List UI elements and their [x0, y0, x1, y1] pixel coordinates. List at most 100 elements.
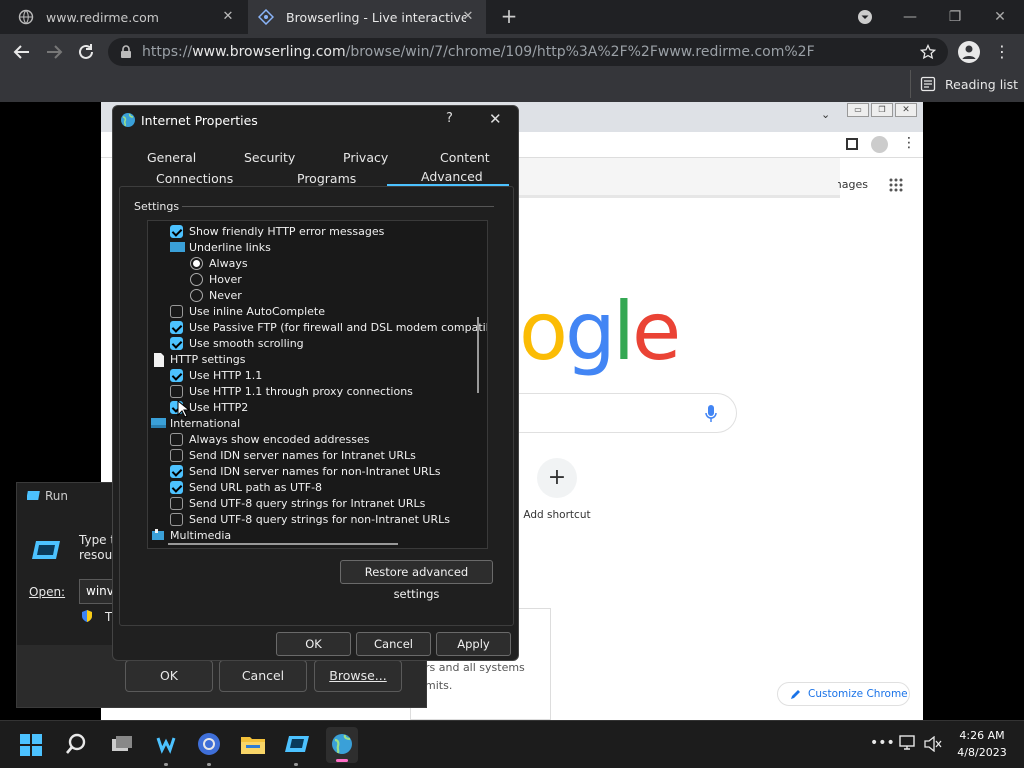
- new-tab-button[interactable]: +: [498, 6, 520, 28]
- reload-icon[interactable]: [74, 40, 98, 64]
- forward-icon[interactable]: [42, 40, 66, 64]
- setting-checkbox-row[interactable]: Send UTF-8 query strings for non-Intrane…: [170, 511, 450, 527]
- setting-checkbox-row[interactable]: Send UTF-8 query strings for Intranet UR…: [170, 495, 425, 511]
- menu-icon[interactable]: ⋮: [994, 42, 1010, 62]
- profile-icon[interactable]: [958, 41, 980, 63]
- restore-icon[interactable]: ❐: [943, 6, 967, 28]
- checkbox-checked[interactable]: [170, 480, 183, 494]
- setting-label: Always show encoded addresses: [189, 432, 370, 446]
- tab-general[interactable]: General: [147, 150, 196, 165]
- tab-browserling[interactable]: Browserling - Live interactive cross-bro…: [248, 0, 486, 34]
- images-link[interactable]: Images: [838, 178, 868, 192]
- vertical-scrollbar[interactable]: [477, 317, 479, 393]
- tab-connections[interactable]: Connections: [156, 171, 233, 186]
- checkbox-unchecked[interactable]: [170, 384, 183, 398]
- radio-selected[interactable]: [190, 256, 203, 270]
- cancel-button[interactable]: Cancel: [356, 632, 431, 656]
- horizontal-scrollbar[interactable]: [168, 543, 398, 545]
- setting-label: HTTP settings: [170, 352, 246, 366]
- checkbox-unchecked[interactable]: [170, 432, 183, 446]
- checkbox-checked[interactable]: [170, 368, 183, 382]
- checkbox-checked[interactable]: [170, 336, 183, 350]
- setting-radio-row[interactable]: Never: [190, 287, 242, 303]
- google-search-box[interactable]: [515, 393, 737, 433]
- internet-options-taskbar-button[interactable]: [326, 727, 358, 763]
- setting-label: Send UTF-8 query strings for non-Intrane…: [189, 512, 450, 526]
- checkbox-checked[interactable]: [170, 320, 183, 334]
- setting-checkbox-row[interactable]: Send URL path as UTF-8: [170, 479, 322, 495]
- checkbox-unchecked[interactable]: [170, 448, 183, 462]
- tab-security[interactable]: Security: [244, 150, 295, 165]
- apply-button[interactable]: Apply: [436, 632, 511, 656]
- remote-restore-icon[interactable]: ❐: [871, 103, 893, 117]
- chrome-icon[interactable]: [197, 732, 221, 756]
- remote-menu-icon[interactable]: ⋮: [902, 135, 916, 151]
- tab-redirme[interactable]: www.redirme.com ✕: [8, 0, 246, 34]
- clock-date[interactable]: 4/8/2023: [950, 746, 1014, 759]
- add-shortcut-icon[interactable]: +: [537, 458, 577, 498]
- setting-checkbox-row[interactable]: Always show encoded addresses: [170, 431, 369, 447]
- close-dialog-icon[interactable]: ✕: [489, 110, 502, 128]
- setting-checkbox-row[interactable]: Send IDN server names for Intranet URLs: [170, 447, 416, 463]
- bookmark-star-icon[interactable]: [920, 44, 936, 60]
- voice-search-icon[interactable]: [705, 405, 717, 423]
- close-tab-icon[interactable]: ✕: [460, 9, 476, 25]
- radio-unselected[interactable]: [190, 272, 203, 286]
- apps-grid-icon[interactable]: [889, 178, 903, 192]
- checkbox-checked[interactable]: [170, 464, 183, 478]
- setting-checkbox-row[interactable]: Use inline AutoComplete: [170, 303, 325, 319]
- minimize-icon[interactable]: —: [898, 6, 922, 28]
- tab-privacy[interactable]: Privacy: [343, 150, 388, 165]
- tab-search-icon[interactable]: [853, 6, 877, 28]
- remote-tab-search-icon[interactable]: ⌄: [821, 108, 835, 122]
- setting-checkbox-row[interactable]: Use HTTP 1.1: [170, 367, 262, 383]
- remote-sidepanel-icon[interactable]: [846, 138, 858, 150]
- reading-list-label: Reading list: [945, 76, 1019, 92]
- setting-checkbox-row[interactable]: Send IDN server names for non-Intranet U…: [170, 463, 441, 479]
- tab-advanced[interactable]: Advanced: [421, 169, 483, 184]
- restore-advanced-settings-button[interactable]: Restore advanced settings: [340, 560, 493, 601]
- close-window-icon[interactable]: ✕: [988, 6, 1012, 28]
- tab-content[interactable]: Content: [440, 150, 490, 165]
- setting-label: Use Passive FTP (for firewall and DSL mo…: [189, 320, 488, 334]
- setting-checkbox-row[interactable]: Show friendly HTTP error messages: [170, 223, 384, 239]
- mouse-cursor: [177, 400, 189, 418]
- settings-list[interactable]: Show friendly HTTP error messages Underli…: [147, 220, 488, 549]
- network-icon[interactable]: [898, 735, 916, 751]
- ok-button[interactable]: OK: [276, 632, 351, 656]
- start-icon[interactable]: [20, 734, 42, 756]
- radio-unselected[interactable]: [190, 288, 203, 302]
- underline-links-icon: [170, 241, 185, 253]
- run-browse-button[interactable]: Browse...: [314, 660, 402, 692]
- setting-checkbox-row[interactable]: Use HTTP 1.1 through proxy connections: [170, 383, 413, 399]
- checkbox-checked[interactable]: [170, 224, 183, 238]
- help-button[interactable]: ?: [446, 111, 453, 126]
- clock-time[interactable]: 4:26 AM: [950, 729, 1014, 742]
- app-icon-vs[interactable]: [154, 732, 178, 756]
- setting-checkbox-row[interactable]: Use Passive FTP (for firewall and DSL mo…: [170, 319, 488, 335]
- file-explorer-icon[interactable]: [240, 733, 266, 755]
- close-tab-icon[interactable]: ✕: [220, 9, 236, 25]
- remote-minimize-icon[interactable]: ▭: [847, 103, 869, 117]
- customize-chrome-button[interactable]: Customize Chrome: [777, 682, 910, 706]
- task-view-icon[interactable]: [110, 734, 134, 754]
- checkbox-unchecked[interactable]: [170, 512, 183, 526]
- remote-close-icon[interactable]: ✕: [895, 103, 917, 117]
- run-taskbar-icon[interactable]: [284, 734, 310, 754]
- internet-options-globe-icon: [120, 112, 136, 128]
- run-ok-button[interactable]: OK: [125, 660, 213, 692]
- checkbox-unchecked[interactable]: [170, 304, 183, 318]
- overflow-icon[interactable]: •••: [870, 735, 895, 751]
- setting-checkbox-row[interactable]: Use smooth scrolling: [170, 335, 304, 351]
- setting-radio-row[interactable]: Hover: [190, 271, 242, 287]
- remote-profile-icon[interactable]: [871, 136, 888, 153]
- reading-list-button[interactable]: Reading list: [920, 76, 1018, 92]
- run-cancel-button[interactable]: Cancel: [219, 660, 307, 692]
- address-bar[interactable]: https://www.browserling.com/browse/win/7…: [108, 38, 948, 66]
- search-icon[interactable]: [65, 733, 87, 755]
- setting-radio-row[interactable]: Always: [190, 255, 248, 271]
- checkbox-unchecked[interactable]: [170, 496, 183, 510]
- tab-programs[interactable]: Programs: [297, 171, 356, 186]
- back-icon[interactable]: [10, 40, 34, 64]
- volume-muted-icon[interactable]: [924, 736, 942, 752]
